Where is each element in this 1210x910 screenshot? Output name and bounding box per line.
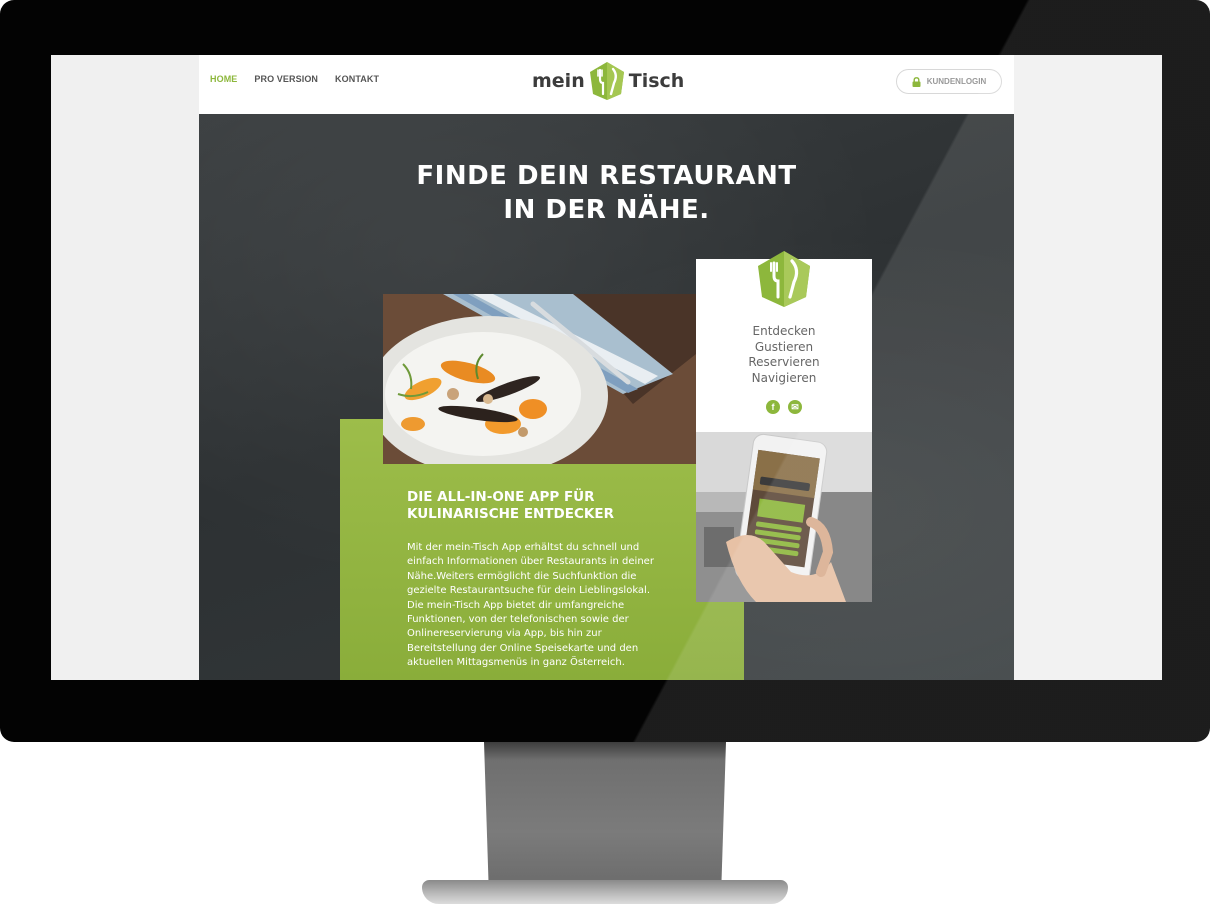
app-info-card: Entdecken Gustieren Reservieren Navigier… bbox=[696, 251, 872, 432]
kundenlogin-label: KUNDENLOGIN bbox=[926, 77, 987, 86]
lock-icon bbox=[912, 76, 921, 87]
nav-kontakt[interactable]: KONTAKT bbox=[335, 74, 379, 84]
nav-home[interactable]: HOME bbox=[210, 74, 237, 84]
logo-text-mein: mein bbox=[532, 70, 585, 92]
nav-pro-version[interactable]: PRO VERSION bbox=[254, 74, 318, 84]
feature-heading: DIE ALL-IN-ONE APP FÜR KULINARISCHE ENTD… bbox=[407, 489, 707, 523]
food-photo bbox=[383, 294, 696, 464]
monitor-frame: HOME PRO VERSION KONTAKT mein Tisch KUND… bbox=[0, 0, 1210, 742]
mail-icon[interactable]: ✉ bbox=[788, 400, 802, 414]
app-logo-icon bbox=[758, 251, 810, 307]
feature-heading-line1: DIE ALL-IN-ONE APP FÜR bbox=[407, 489, 595, 505]
tagline-gustieren: Gustieren bbox=[754, 339, 814, 354]
hero-title-line2: IN DER NÄHE. bbox=[503, 195, 710, 225]
hero-title-line1: FINDE DEIN RESTAURANT bbox=[416, 161, 797, 191]
logo-text-tisch: Tisch bbox=[628, 70, 685, 92]
facebook-icon[interactable]: f bbox=[766, 400, 780, 414]
site-logo[interactable]: mein Tisch bbox=[532, 61, 684, 101]
monitor-stand-neck bbox=[484, 742, 726, 892]
monitor-stand-base bbox=[422, 880, 788, 904]
phone-in-hand-image bbox=[696, 432, 872, 602]
tagline-navigieren: Navigieren bbox=[751, 370, 817, 385]
tagline-reservieren: Reservieren bbox=[748, 355, 820, 369]
app-taglines: Entdecken Gustieren Reservieren Navigier… bbox=[696, 324, 872, 386]
phone-photo bbox=[696, 432, 872, 602]
logo-fork-knife-icon bbox=[589, 62, 624, 100]
kundenlogin-button[interactable]: KUNDENLOGIN bbox=[896, 69, 1002, 94]
monitor-screen: HOME PRO VERSION KONTAKT mein Tisch KUND… bbox=[51, 55, 1162, 680]
tagline-entdecken: Entdecken bbox=[752, 324, 816, 338]
hero-section: FINDE DEIN RESTAURANT IN DER NÄHE. DIE A… bbox=[199, 114, 1014, 680]
feature-heading-line2: KULINARISCHE ENTDECKER bbox=[407, 506, 614, 522]
feature-body: Mit der mein-Tisch App erhältst du schne… bbox=[407, 542, 654, 669]
site-header: HOME PRO VERSION KONTAKT mein Tisch KUND… bbox=[199, 55, 1014, 114]
social-links: f ✉ bbox=[766, 400, 802, 414]
hero-title: FINDE DEIN RESTAURANT IN DER NÄHE. bbox=[199, 159, 1014, 227]
main-nav: HOME PRO VERSION KONTAKT bbox=[210, 74, 379, 84]
food-plate-image bbox=[383, 294, 696, 464]
website: HOME PRO VERSION KONTAKT mein Tisch KUND… bbox=[199, 55, 1014, 680]
